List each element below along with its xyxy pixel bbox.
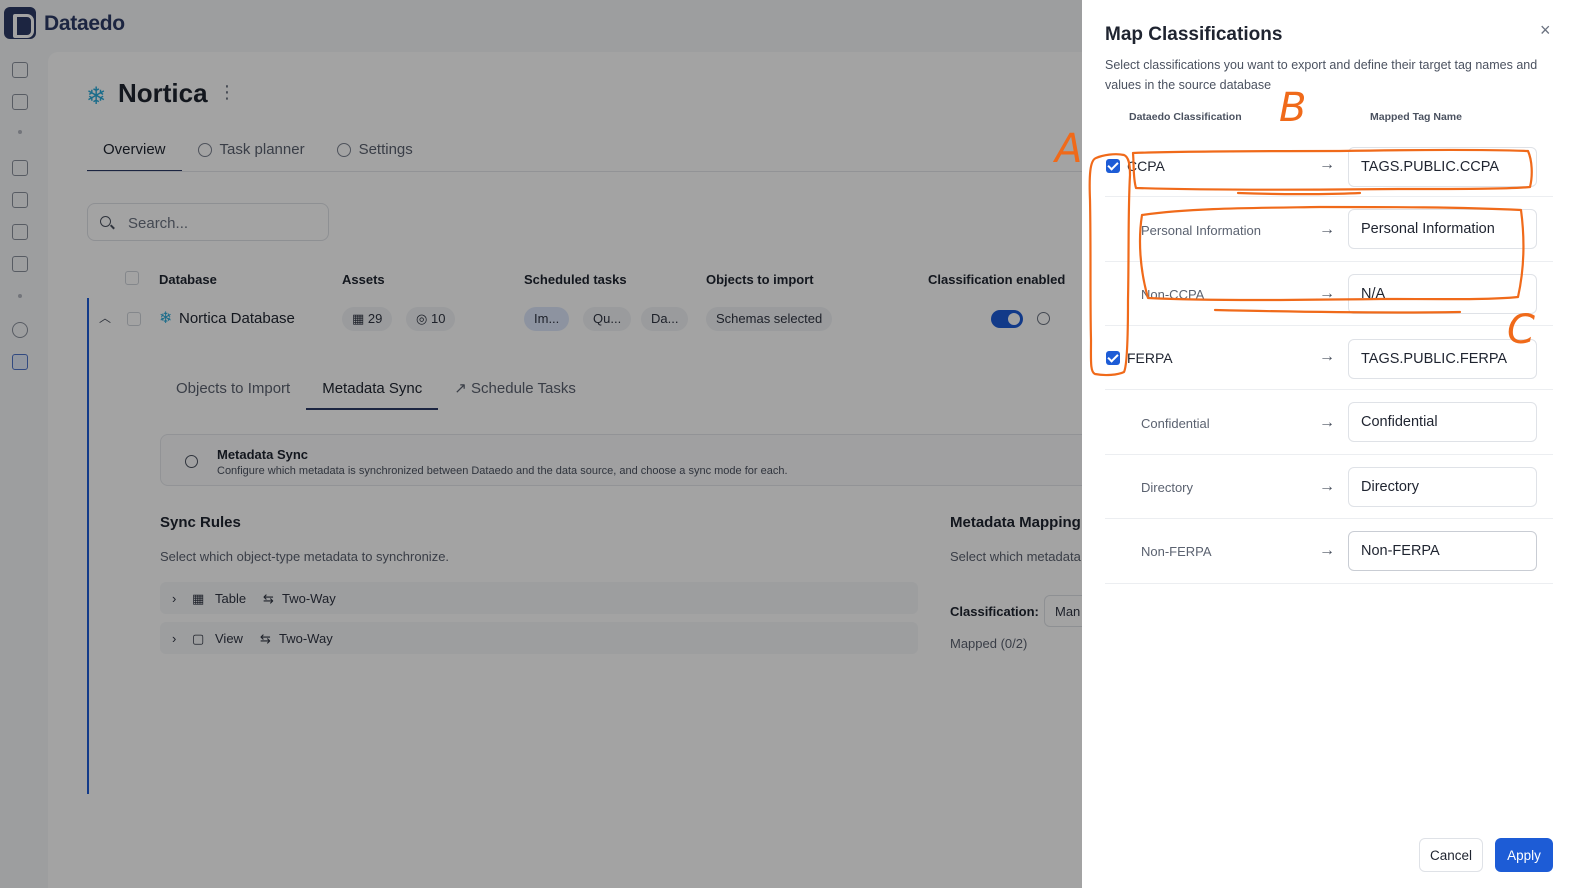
- arrow-right-icon: →: [1319, 542, 1335, 559]
- arrow-right-icon: →: [1319, 156, 1335, 173]
- value-row: Non-CCPA →: [1105, 262, 1553, 326]
- mapped-value-input[interactable]: [1348, 531, 1537, 571]
- arrow-right-icon: →: [1319, 221, 1335, 238]
- arrow-right-icon: →: [1319, 478, 1335, 495]
- mapped-value-input[interactable]: [1348, 467, 1537, 507]
- classification-row-ferpa: FERPA →: [1105, 326, 1553, 390]
- col-mapped-tag-name: Mapped Tag Name: [1370, 111, 1462, 123]
- value-name: Non-CCPA: [1141, 287, 1205, 302]
- ferpa-checkbox[interactable]: [1106, 351, 1120, 365]
- value-row: Directory →: [1105, 455, 1553, 519]
- value-row: Non-FERPA →: [1105, 519, 1553, 584]
- value-name: Confidential: [1141, 416, 1210, 431]
- classification-name: FERPA: [1127, 350, 1173, 366]
- apply-button[interactable]: Apply: [1495, 838, 1553, 872]
- mapped-value-input[interactable]: [1348, 402, 1537, 442]
- value-name: Personal Information: [1141, 223, 1261, 238]
- classification-row-ccpa: CCPA →: [1105, 133, 1553, 197]
- arrow-right-icon: →: [1319, 348, 1335, 365]
- map-classifications-panel: Map Classifications × Select classificat…: [1082, 0, 1583, 888]
- value-name: Directory: [1141, 480, 1194, 495]
- value-name: Non-FERPA: [1141, 544, 1212, 559]
- arrow-right-icon: →: [1319, 414, 1335, 431]
- value-row: Personal Information →: [1105, 197, 1553, 262]
- close-icon[interactable]: ×: [1540, 20, 1551, 41]
- value-row: Confidential →: [1105, 390, 1553, 455]
- mapped-value-input[interactable]: [1348, 274, 1537, 314]
- arrow-right-icon: →: [1319, 285, 1335, 302]
- col-dataedo-classification: Dataedo Classification: [1129, 111, 1242, 123]
- classification-name: CCPA: [1127, 158, 1165, 174]
- cancel-button[interactable]: Cancel: [1419, 838, 1483, 872]
- mapped-tag-input[interactable]: [1348, 147, 1537, 187]
- mapped-tag-input[interactable]: [1348, 339, 1537, 379]
- modal-backdrop[interactable]: [0, 0, 1082, 888]
- ccpa-checkbox[interactable]: [1106, 159, 1120, 173]
- panel-title: Map Classifications: [1105, 24, 1283, 45]
- panel-description: Select classifications you want to expor…: [1105, 58, 1538, 92]
- mapped-value-input[interactable]: [1348, 209, 1537, 249]
